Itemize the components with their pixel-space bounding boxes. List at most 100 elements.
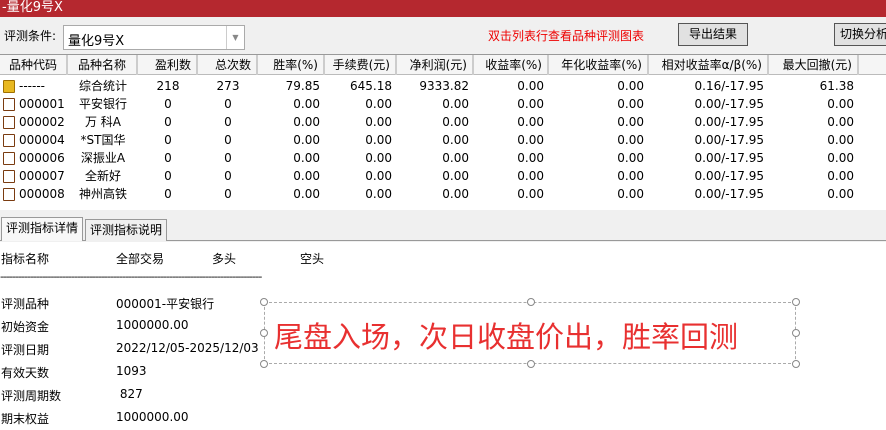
results-table: 品种代码 品种名称 盈利数 总次数 胜率(%) 手续费(元) 净利润(元) 收益率(%) 年化收… <box>0 54 886 210</box>
table-cell: 0.00 <box>827 97 854 111</box>
table-cell: 0.00 <box>517 133 544 147</box>
condition-select[interactable]: 量化9号X ▼ <box>63 25 245 50</box>
table-row[interactable]: 000001 平安银行 0 0 0.00 0.00 0.00 0.00 0.00 0.00/-17… <box>0 95 886 113</box>
column-header[interactable]: 年化收益率(%) <box>549 55 649 75</box>
resize-handle[interactable] <box>792 360 800 368</box>
resize-handle[interactable] <box>792 298 800 306</box>
text-annotation[interactable]: 尾盘入场，次日收盘价出，胜率回测 <box>260 298 800 368</box>
metric-label: 评测日期 <box>1 343 50 357</box>
column-header[interactable]: 总次数 <box>198 55 258 75</box>
detail-header-short: 空头 <box>300 252 325 266</box>
table-cell: 万 科A <box>84 115 122 129</box>
table-cell: 0 <box>164 97 172 111</box>
export-button[interactable]: 导出结果 <box>678 23 748 46</box>
table-cell: 0.00 <box>517 187 544 201</box>
table-cell: *ST国华 <box>80 133 126 147</box>
document-icon <box>3 98 15 111</box>
table-cell: 0 <box>164 151 172 165</box>
table-cell: 0.00 <box>293 115 320 129</box>
metric-value: 827 <box>116 387 143 401</box>
table-cell: 深振业A <box>80 151 126 165</box>
table-cell: 0 <box>224 151 232 165</box>
table-cell: 0.00/-17.95 <box>694 115 764 129</box>
column-header[interactable]: 相对收益率α/β(%) <box>649 55 769 75</box>
table-cell: 0.00 <box>442 133 469 147</box>
column-header[interactable]: 胜率(%) <box>258 55 325 75</box>
table-cell: 0.00 <box>365 151 392 165</box>
column-header[interactable]: 最大回撤(元) <box>769 55 859 75</box>
table-cell: 0 <box>164 115 172 129</box>
resize-handle[interactable] <box>527 298 535 306</box>
resize-handle[interactable] <box>260 360 268 368</box>
switch-analysis-button[interactable]: 切换分析 <box>834 23 886 46</box>
detail-header-all: 全部交易 <box>116 252 165 266</box>
metric-label: 期末权益 <box>1 412 50 426</box>
tab-metric-explanation[interactable]: 评测指标说明 <box>85 219 168 241</box>
metric-value: 1000000.00 <box>116 318 189 332</box>
table-cell: 0.00 <box>293 97 320 111</box>
table-cell: 0.00 <box>293 133 320 147</box>
table-cell: 综合统计 <box>78 79 127 93</box>
detail-header-long: 多头 <box>212 252 237 266</box>
table-row[interactable]: 000007 全新好 0 0 0.00 0.00 0.00 0.00 0.00 0.00/-17.… <box>0 167 886 185</box>
metric-value: 2022/12/05-2025/12/03 <box>116 341 259 355</box>
column-header[interactable]: 盈利数 <box>138 55 198 75</box>
column-header[interactable]: 净利润(元) <box>397 55 474 75</box>
table-cell: 0.00 <box>442 187 469 201</box>
table-cell: 0.00 <box>365 187 392 201</box>
window-title: -量化9号X <box>0 0 886 17</box>
metric-label: 评测周期数 <box>1 389 62 403</box>
table-cell: 61.38 <box>819 79 854 93</box>
table-row[interactable]: 000004 *ST国华 0 0 0.00 0.00 0.00 0.00 0.00 0.00/-1… <box>0 131 886 149</box>
summary-icon <box>3 80 15 93</box>
table-cell: 0 <box>224 169 232 183</box>
table-cell: 0.00/-17.95 <box>694 151 764 165</box>
hint-text: 双击列表行查看品种评测图表 <box>488 29 645 43</box>
table-cell: 全新好 <box>84 169 121 183</box>
table-cell: 0.00 <box>442 169 469 183</box>
column-header[interactable]: 收益率(%) <box>474 55 549 75</box>
resize-handle[interactable] <box>527 360 535 368</box>
metric-label: 评测品种 <box>1 297 50 311</box>
table-cell: 0 <box>164 187 172 201</box>
table-cell: 0.00/-17.95 <box>694 187 764 201</box>
table-cell: 0.00 <box>365 133 392 147</box>
table-cell: 0 <box>164 169 172 183</box>
table-cell: 000004 <box>19 133 65 147</box>
table-cell: 0.00 <box>365 169 392 183</box>
document-icon <box>3 188 15 201</box>
table-row[interactable]: 000002 万 科A 0 0 0.00 0.00 0.00 0.00 0.00 0.00/-17… <box>0 113 886 131</box>
table-cell: 0.00 <box>517 97 544 111</box>
table-row[interactable]: ------ 综合统计 218 273 79.85 645.18 9333.82 0.00 0.… <box>0 77 886 95</box>
chevron-down-icon[interactable]: ▼ <box>226 26 244 49</box>
table-cell: 9333.82 <box>419 79 469 93</box>
table-cell: 0.00/-17.95 <box>694 97 764 111</box>
table-cell: 000008 <box>19 187 65 201</box>
column-header[interactable]: 最 <box>859 55 886 75</box>
annotation-text: 尾盘入场，次日收盘价出，胜率回测 <box>274 320 739 354</box>
table-cell: 0.00 <box>517 79 544 93</box>
table-cell: 0.00 <box>827 151 854 165</box>
table-row[interactable]: 000006 深振业A 0 0 0.00 0.00 0.00 0.00 0.00 0.00/-17… <box>0 149 886 167</box>
column-header[interactable]: 品种代码 <box>0 55 68 75</box>
column-header[interactable]: 品种名称 <box>68 55 138 75</box>
table-cell: 0.00/-17.95 <box>694 169 764 183</box>
table-cell: 0.00 <box>827 187 854 201</box>
table-cell: 0.00 <box>517 115 544 129</box>
table-cell: 0.00 <box>293 187 320 201</box>
resize-handle[interactable] <box>792 329 800 337</box>
table-cell: 0.00 <box>365 115 392 129</box>
resize-handle[interactable] <box>260 298 268 306</box>
table-cell: 645.18 <box>350 79 392 93</box>
table-cell: 0.00 <box>617 187 644 201</box>
table-row[interactable]: 000008 神州高铁 0 0 0.00 0.00 0.00 0.00 0.00 0.00/-17… <box>0 185 886 203</box>
column-header[interactable]: 手续费(元) <box>325 55 397 75</box>
table-cell: 0.00 <box>517 151 544 165</box>
tab-metric-details[interactable]: 评测指标详情 <box>1 217 84 241</box>
table-cell: 000001 <box>19 97 65 111</box>
table-cell: 0.00 <box>517 169 544 183</box>
table-header: 品种代码 品种名称 盈利数 总次数 胜率(%) 手续费(元) 净利润(元) 收益率(%) 年化收… <box>0 55 886 75</box>
document-icon <box>3 170 15 183</box>
resize-handle[interactable] <box>260 329 268 337</box>
metric-value: 1093 <box>116 364 147 378</box>
